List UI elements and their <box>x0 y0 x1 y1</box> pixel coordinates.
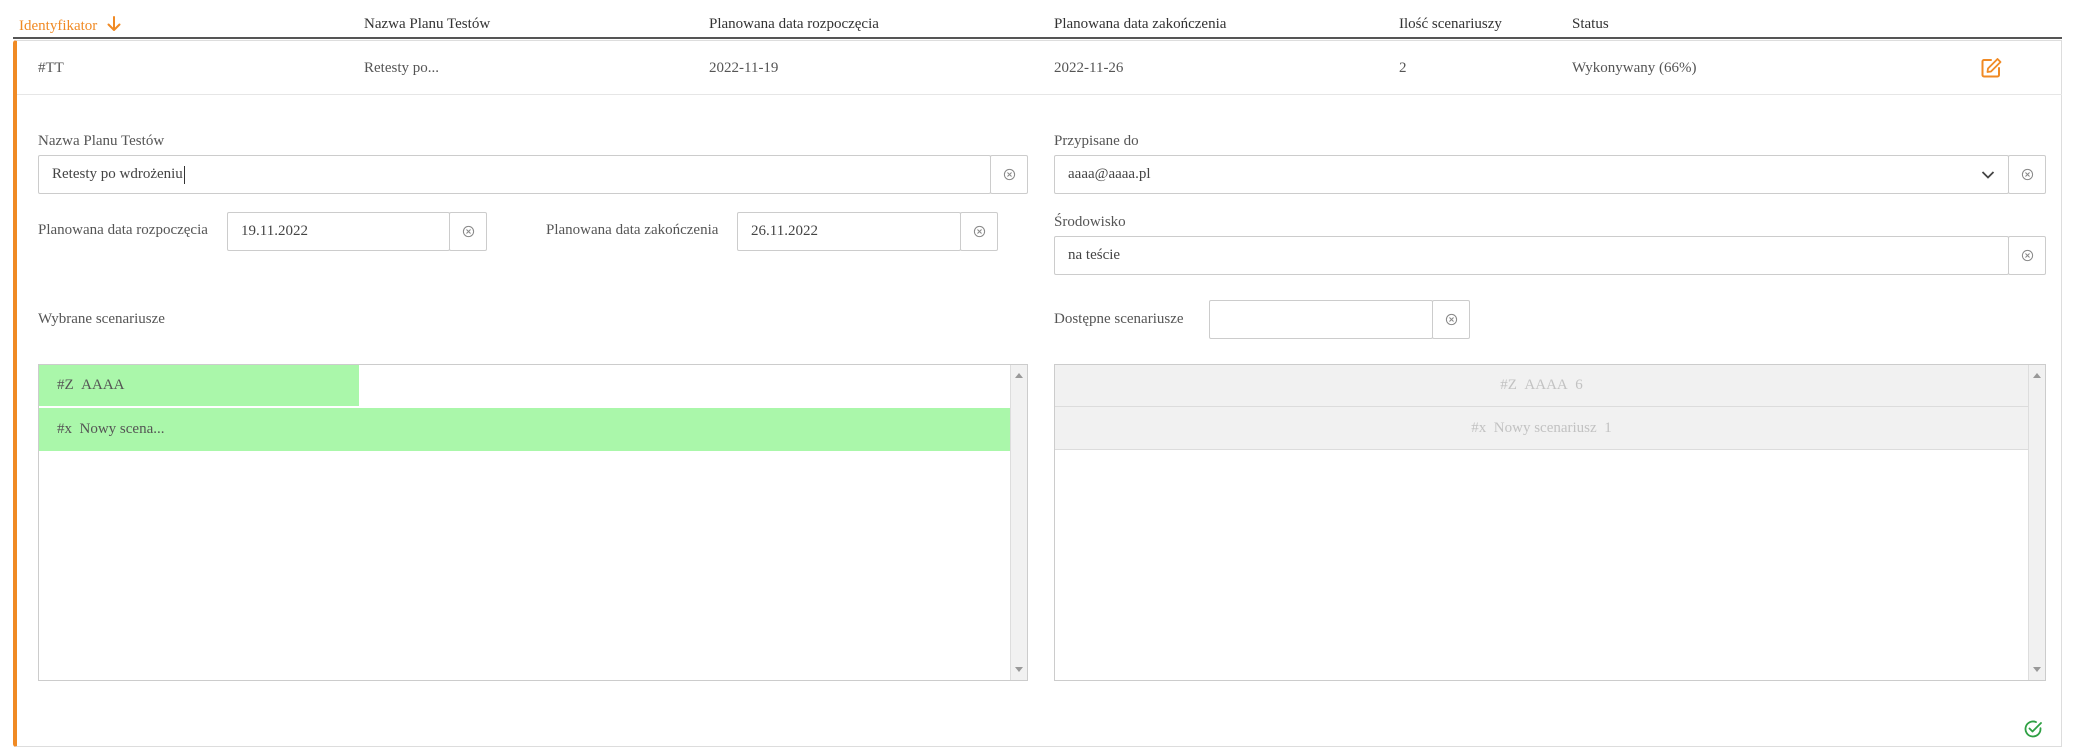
clear-circle-icon <box>462 225 474 238</box>
selected-scenario-item[interactable]: #Z AAAA <box>39 365 359 406</box>
row-divider <box>17 94 2062 95</box>
clear-circle-icon <box>973 225 985 238</box>
scenario-code: #x <box>1471 419 1487 436</box>
edit-button[interactable] <box>1980 57 2002 79</box>
assigned-value: aaaa@aaaa.pl <box>1068 166 1151 182</box>
check-circle-icon <box>2024 720 2042 738</box>
chevron-down-icon <box>1981 170 1995 179</box>
assigned-select[interactable]: aaaa@aaaa.pl <box>1054 155 2009 194</box>
plan-name-clear-button[interactable] <box>990 155 1028 194</box>
clear-circle-icon <box>1445 313 1457 326</box>
clear-circle-icon <box>1003 168 1015 181</box>
row-id: #TT <box>38 60 64 76</box>
end-date-label: Planowana data zakończenia <box>546 222 719 238</box>
assigned-clear-button[interactable] <box>2008 155 2046 194</box>
scenario-code: #Z <box>1500 377 1517 393</box>
available-scenario-item[interactable]: #x Nowy scenariusz 1 <box>1055 407 2028 450</box>
scenario-name: Nowy scenariusz <box>1493 419 1597 436</box>
selected-list-scrollbar[interactable] <box>1010 365 1027 680</box>
clear-circle-icon <box>2021 168 2033 181</box>
assigned-label: Przypisane do <box>1054 133 1139 149</box>
row-start-date: 2022-11-19 <box>709 60 779 76</box>
clear-circle-icon <box>2021 249 2033 262</box>
plan-name-input[interactable]: Retesty po wdrożeniu <box>38 155 991 194</box>
column-header-start[interactable]: Planowana data rozpoczęcia <box>709 16 879 33</box>
environment-label: Środowisko <box>1054 214 1126 230</box>
available-scenarios-list[interactable]: #Z AAAA 6 #x Nowy scenariusz 1 <box>1054 364 2046 681</box>
row-scenario-count: 2 <box>1399 60 1407 76</box>
scenario-count: 6 <box>1575 377 1583 393</box>
column-header-id-label: Identyfikator <box>19 18 98 34</box>
text-caret <box>183 165 185 184</box>
start-date-label: Planowana data rozpoczęcia <box>38 222 208 238</box>
available-scenarios-label: Dostępne scenariusze <box>1054 311 1184 327</box>
row-name: Retesty po... <box>364 60 439 76</box>
environment-input[interactable]: na teście <box>1054 236 2009 275</box>
header-divider <box>13 37 2062 39</box>
column-header-end[interactable]: Planowana data zakończenia <box>1054 16 1226 33</box>
environment-clear-button[interactable] <box>2008 236 2046 275</box>
available-search-clear-button[interactable] <box>1432 300 1470 339</box>
column-header-id[interactable]: Identyfikator <box>19 16 121 35</box>
selected-scenarios-label: Wybrane scenariusze <box>38 311 165 327</box>
selected-scenarios-list[interactable]: #Z AAAA #x Nowy scena... <box>38 364 1028 681</box>
edit-icon <box>1981 58 2002 78</box>
scenario-code: #Z <box>57 377 74 393</box>
scenario-name: AAAA <box>81 377 125 393</box>
end-date-input[interactable]: 26.11.2022 <box>737 212 961 251</box>
plan-name-value: Retesty po wdrożeniu <box>52 166 183 182</box>
available-search-input[interactable] <box>1209 300 1433 339</box>
end-date-clear-button[interactable] <box>960 212 998 251</box>
start-date-clear-button[interactable] <box>449 212 487 251</box>
available-scenario-item[interactable]: #Z AAAA 6 <box>1055 365 2028 407</box>
start-date-input[interactable]: 19.11.2022 <box>227 212 450 251</box>
column-header-name[interactable]: Nazwa Planu Testów <box>364 16 490 33</box>
arrow-down-icon <box>107 16 121 31</box>
row-status: Wykonywany (66%) <box>1572 60 1697 76</box>
selected-scenario-item[interactable]: #x Nowy scena... <box>39 408 1010 451</box>
column-header-count[interactable]: Ilość scenariuszy <box>1399 16 1502 33</box>
confirm-button[interactable] <box>2023 719 2043 739</box>
available-list-scrollbar[interactable] <box>2028 365 2045 680</box>
scenario-name: AAAA <box>1524 377 1568 393</box>
scenario-count: 1 <box>1604 419 1612 436</box>
scenario-code: #x <box>57 421 72 437</box>
column-header-status[interactable]: Status <box>1572 16 1609 33</box>
row-end-date: 2022-11-26 <box>1054 60 1124 76</box>
plan-name-label: Nazwa Planu Testów <box>38 133 165 149</box>
scenario-name: Nowy scena... <box>79 421 165 437</box>
